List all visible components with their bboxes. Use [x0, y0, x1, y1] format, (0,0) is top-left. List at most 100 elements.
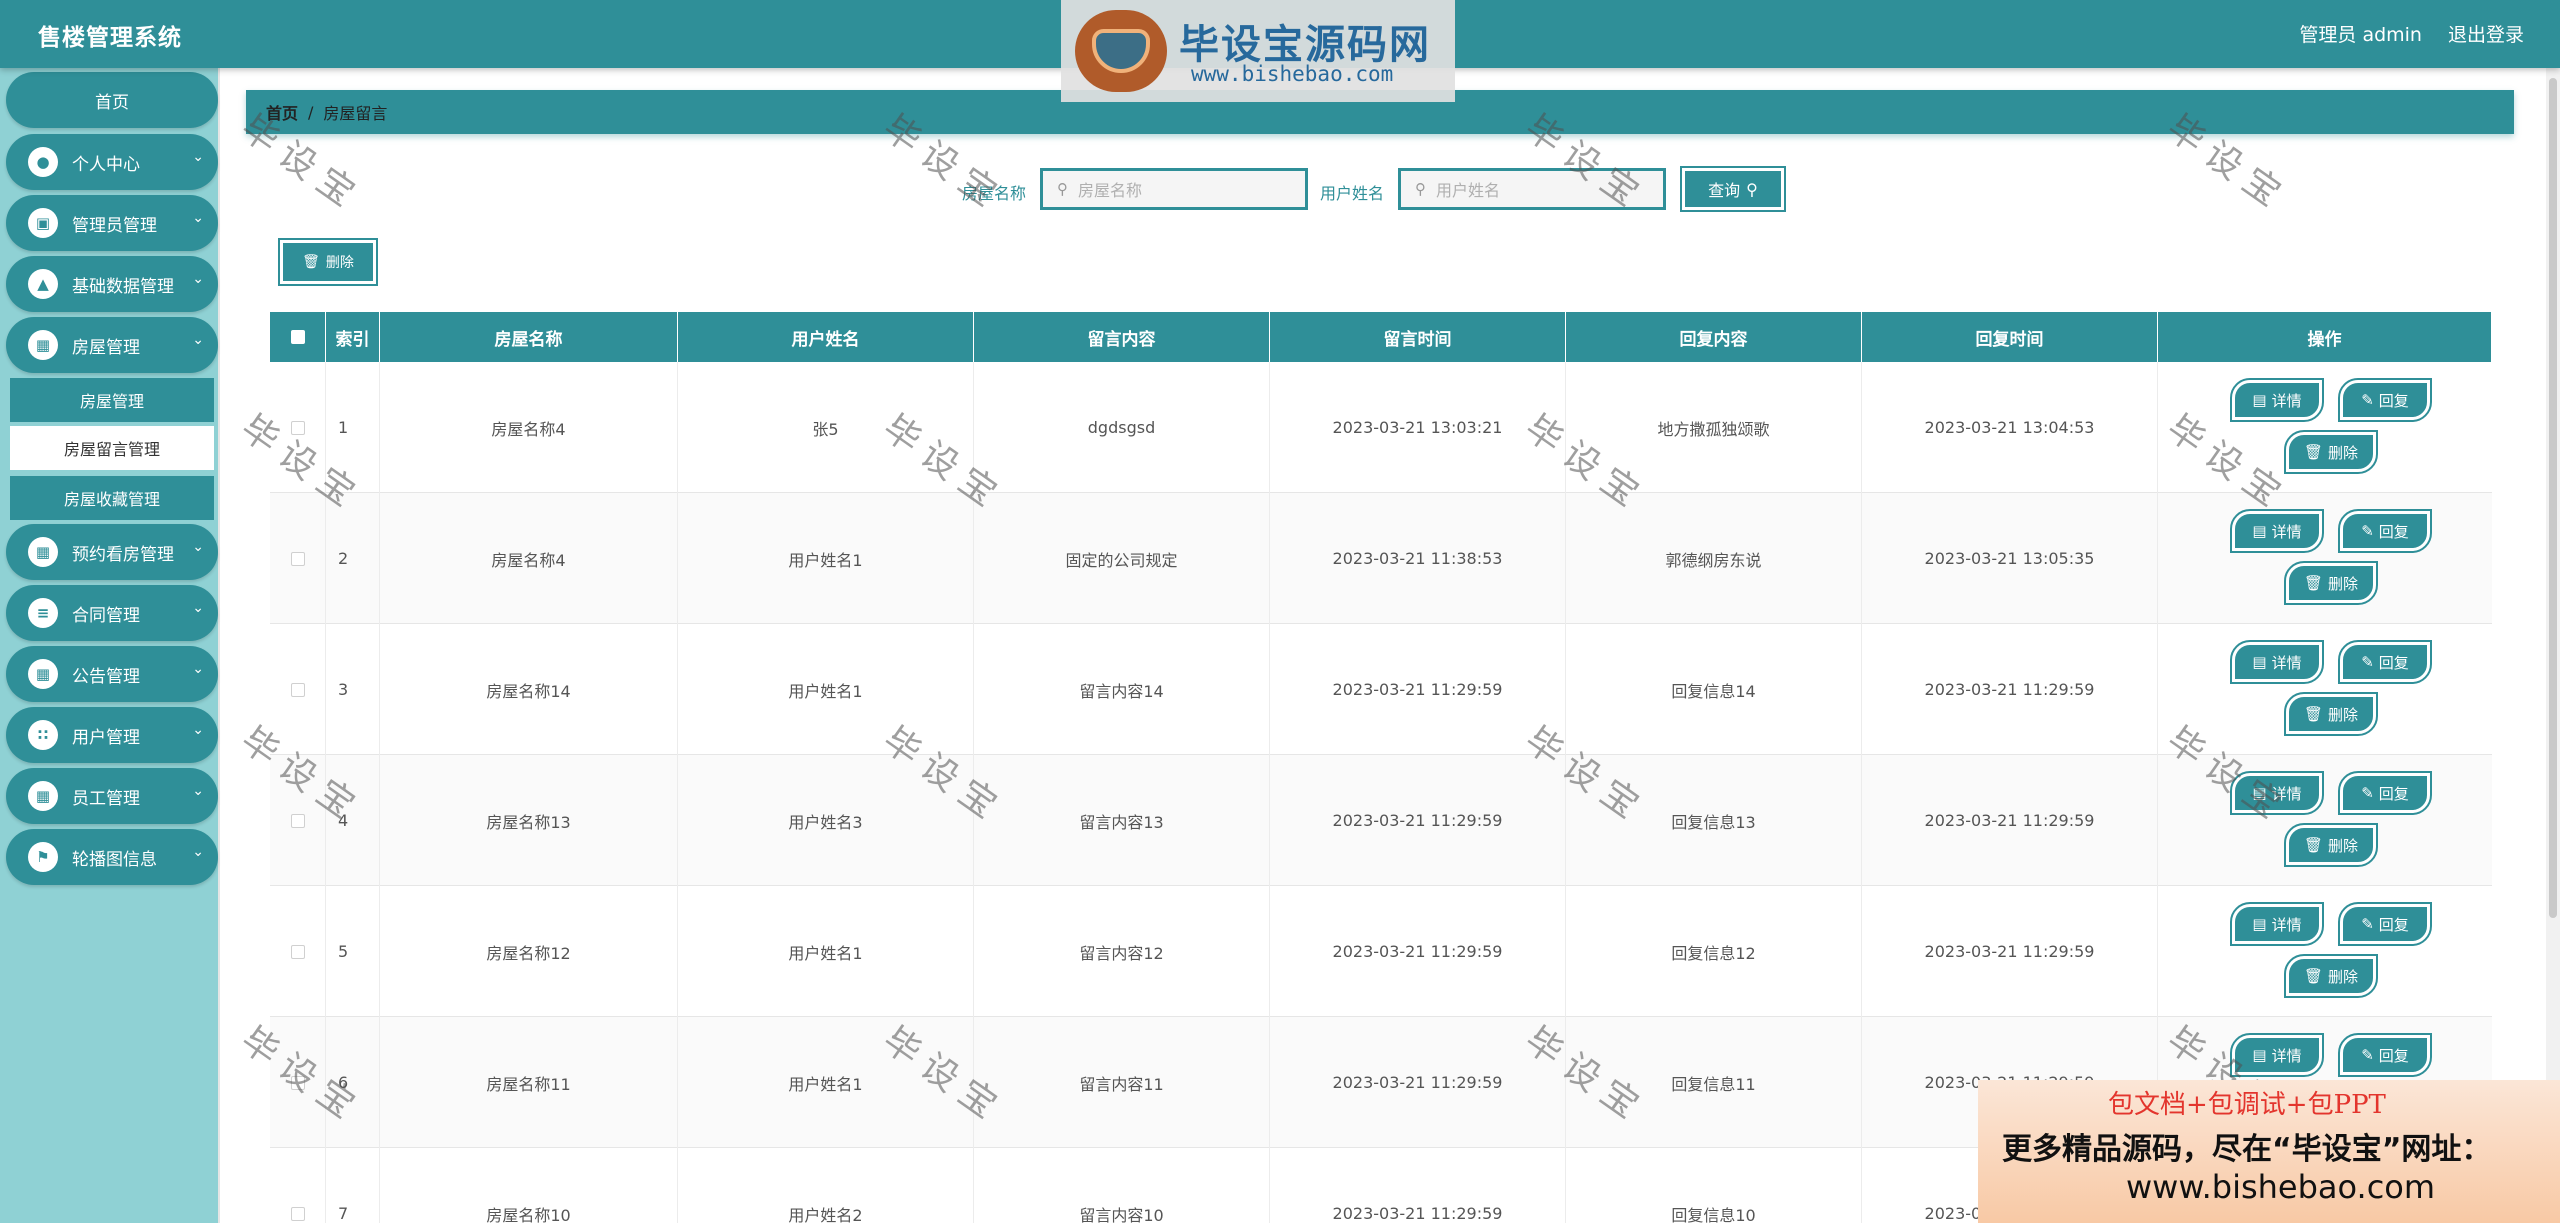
detail-button[interactable]: ▤详情	[2230, 771, 2324, 815]
sidebar-subitem-house-manage[interactable]: 房屋管理	[10, 378, 214, 422]
chevron-down-icon: ⌄	[192, 844, 204, 860]
cell-house: 房屋名称13	[380, 755, 678, 886]
grid-icon: ▦	[28, 659, 58, 689]
row-checkbox-cell	[270, 493, 326, 624]
chevron-down-icon: ⌄	[192, 149, 204, 165]
delete-button[interactable]: 🗑删除	[2284, 561, 2378, 605]
delete-button[interactable]: 🗑删除	[2284, 823, 2378, 867]
row-checkbox[interactable]	[290, 944, 305, 959]
cell-message: 固定的公司规定	[974, 493, 1270, 624]
search-bar: 房屋名称 ⚲ 房屋名称 用户姓名 ⚲ 用户姓名 查询 ⚲	[0, 166, 2560, 214]
row-checkbox[interactable]	[290, 1075, 305, 1090]
table-row: 1 房屋名称4 张5 dgdsgsd 2023-03-21 13:03:21 地方撒孤独颂…	[270, 362, 2492, 493]
sidebar-item-3[interactable]: ▦ 房屋管理 ⌄	[6, 317, 218, 373]
row-checkbox[interactable]	[290, 551, 305, 566]
row-checkbox[interactable]	[290, 1206, 305, 1221]
trash-icon: 🗑	[2303, 836, 2324, 854]
reply-button[interactable]: ✎回复	[2338, 378, 2432, 422]
sidebar-item-7[interactable]: ∷ 用户管理 ⌄	[6, 707, 218, 763]
edit-icon: ✎	[2361, 391, 2374, 409]
reply-button[interactable]: ✎回复	[2338, 509, 2432, 553]
sidebar-item-label: 轮播图信息	[72, 849, 157, 870]
batch-delete-button[interactable]: 🗑 删除	[278, 238, 378, 286]
cell-reply_time: 2023-03-21 13:04:53	[1862, 362, 2158, 493]
house-name-input[interactable]: ⚲ 房屋名称	[1040, 168, 1308, 210]
sidebar-item-label: 首页	[95, 92, 129, 113]
sidebar-item-8[interactable]: ▦ 员工管理 ⌄	[6, 768, 218, 824]
cell-reply: 回复信息12	[1566, 886, 1862, 1017]
reply-label: 回复	[2378, 391, 2409, 410]
column-header: 用户姓名	[678, 312, 974, 362]
reply-button[interactable]: ✎回复	[2338, 640, 2432, 684]
detail-button[interactable]: ▤详情	[2230, 509, 2324, 553]
logout-button[interactable]: 退出登录	[2448, 20, 2524, 47]
detail-button[interactable]: ▤详情	[2230, 378, 2324, 422]
scrollbar-thumb[interactable]	[2549, 78, 2557, 918]
cell-msg_time: 2023-03-21 11:29:59	[1270, 886, 1566, 1017]
promo-banner[interactable]: 包文档+包调试+包PPT 更多精品源码，尽在“毕设宝”网址： www.bishe…	[1978, 1080, 2560, 1223]
cell-reply_time: 2023-03-21 11:29:59	[1862, 624, 2158, 755]
cell-reply: 回复信息11	[1566, 1017, 1862, 1148]
reply-button[interactable]: ✎回复	[2338, 771, 2432, 815]
sidebar-item-home[interactable]: 首页	[6, 72, 218, 128]
query-button[interactable]: 查询 ⚲	[1680, 166, 1786, 212]
query-button-label: 查询	[1708, 181, 1741, 200]
breadcrumb-home[interactable]: 首页	[266, 100, 298, 124]
detail-button[interactable]: ▤详情	[2230, 902, 2324, 946]
promo-line-2: 更多精品源码，尽在“毕设宝”网址：	[2002, 1132, 2492, 1167]
sidebar-item-2[interactable]: ▲ 基础数据管理 ⌄	[6, 256, 218, 312]
flag-icon: ⚑	[28, 842, 58, 872]
sidebar-item-9[interactable]: ⚑ 轮播图信息 ⌄	[6, 829, 218, 885]
user-name-input[interactable]: ⚲ 用户姓名	[1398, 168, 1666, 210]
select-all-checkbox[interactable]	[270, 312, 326, 362]
reply-button[interactable]: ✎回复	[2338, 902, 2432, 946]
search-icon: ⚲	[1415, 180, 1426, 198]
row-checkbox[interactable]	[290, 420, 305, 435]
delete-label: 删除	[2328, 836, 2359, 855]
detail-button[interactable]: ▤详情	[2230, 640, 2324, 684]
detail-label: 详情	[2271, 391, 2302, 410]
cell-message: 留言内容13	[974, 755, 1270, 886]
sidebar-item-5[interactable]: ≡ 合同管理 ⌄	[6, 585, 218, 641]
detail-button[interactable]: ▤详情	[2230, 1033, 2324, 1077]
grid-icon: ▦	[28, 330, 58, 360]
row-checkbox[interactable]	[290, 682, 305, 697]
table-header: 索引 房屋名称 用户姓名 留言内容 留言时间 回复内容 回复时间 操作	[270, 312, 2492, 362]
page-scrollbar[interactable]	[2546, 68, 2560, 1223]
column-header: 索引	[326, 312, 380, 362]
sidebar-item-6[interactable]: ▦ 公告管理 ⌄	[6, 646, 218, 702]
actions-cell: ▤详情 ✎回复 🗑删除	[2158, 493, 2492, 624]
reply-button[interactable]: ✎回复	[2338, 1033, 2432, 1077]
cell-msg_time: 2023-03-21 11:29:59	[1270, 1148, 1566, 1223]
sidebar-item-4[interactable]: ▦ 预约看房管理 ⌄	[6, 524, 218, 580]
sidebar-subitem-house-favorite[interactable]: 房屋收藏管理	[10, 476, 214, 520]
table-row: 3 房屋名称14 用户姓名1 留言内容14 2023-03-21 11:29:59 回复信…	[270, 624, 2492, 755]
breadcrumb-separator: /	[308, 102, 314, 122]
row-checkbox[interactable]	[290, 813, 305, 828]
delete-button[interactable]: 🗑删除	[2284, 430, 2378, 474]
cell-user: 张5	[678, 362, 974, 493]
delete-button[interactable]: 🗑删除	[2284, 692, 2378, 736]
cell-index: 4	[326, 755, 380, 886]
batch-delete-label: 删除	[325, 255, 354, 271]
edit-icon: ✎	[2361, 522, 2374, 540]
cell-reply: 回复信息10	[1566, 1148, 1862, 1223]
cell-user: 用户姓名2	[678, 1148, 974, 1223]
cell-house: 房屋名称12	[380, 886, 678, 1017]
sidebar-subitem-house-message[interactable]: 房屋留言管理	[10, 426, 214, 470]
column-header: 留言时间	[1270, 312, 1566, 362]
sidebar-item-label: 公告管理	[72, 666, 140, 687]
cell-index: 3	[326, 624, 380, 755]
chevron-down-icon: ⌄	[192, 661, 204, 677]
row-checkbox-cell	[270, 1017, 326, 1148]
actions-cell: ▤详情 ✎回复 🗑删除	[2158, 362, 2492, 493]
grid-icon: ▦	[28, 537, 58, 567]
edit-icon: ✎	[2361, 653, 2374, 671]
cell-reply_time: 2023-03-21 13:05:35	[1862, 493, 2158, 624]
user-name-label: 用户姓名	[1320, 184, 1385, 203]
delete-button[interactable]: 🗑删除	[2284, 954, 2378, 998]
trash-icon: 🗑	[2303, 574, 2324, 592]
cell-house: 房屋名称14	[380, 624, 678, 755]
sidebar-item-label: 用户管理	[72, 727, 140, 748]
cell-index: 2	[326, 493, 380, 624]
